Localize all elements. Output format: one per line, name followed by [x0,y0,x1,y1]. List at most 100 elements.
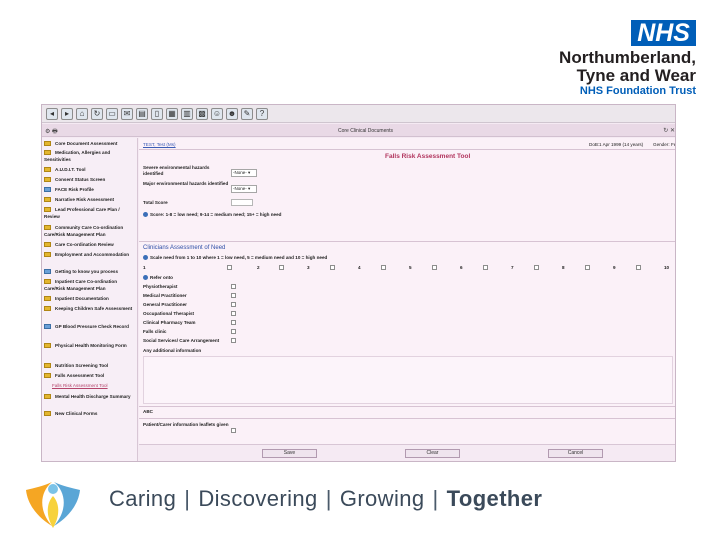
scale-checkbox-3[interactable] [330,265,335,270]
score-legend: Score: 1-8 = low need; 9-14 = medium nee… [143,212,281,218]
folder-icon [44,363,51,368]
patient-gender-label: Gender: [653,142,670,147]
scale-checkbox-7[interactable] [534,265,539,270]
pen-icon[interactable]: ✎ [241,107,253,120]
strapline: Caring | Discovering | Growing | Together [109,486,542,512]
sidebar-item-nutrition-screening[interactable]: Nutrition Screening Tool [44,363,136,370]
sidebar-item-employment[interactable]: Employment and Accommodation [44,252,136,259]
leaflets-given-checkbox[interactable] [231,428,236,433]
chart-icon[interactable]: ▥ [181,107,193,120]
titlebar-icons[interactable]: ⚙ 🖶 [45,127,58,137]
scale-number: 9 [613,265,616,270]
document-icon [44,269,51,274]
sidebar-item-new-clinical-forms[interactable]: New Clinical Forms [44,411,136,418]
sidebar-item-care-coordination-review[interactable]: Care Co-ordination Review [44,242,136,249]
folder-icon [44,411,51,416]
sidebar-item-lead-professional[interactable]: Lead Professional Care Plan / Review [44,207,136,220]
total-score-field[interactable] [231,199,253,206]
referral-gp-checkbox[interactable] [231,302,236,307]
window-controls[interactable]: ↻ ✕ [663,127,675,134]
referral-physiotherapist-checkbox[interactable] [231,284,236,289]
clear-button[interactable]: Clear [405,449,460,458]
sidebar-item-core-document-assessment[interactable]: Core Document Assessment [44,141,136,148]
referral-falls-clinic-checkbox[interactable] [231,329,236,334]
sidebar-item-face-risk-profile[interactable]: FACE Risk Profile [44,187,136,194]
forward-icon[interactable]: ▸ [61,107,73,120]
referral-ot-checkbox[interactable] [231,311,236,316]
referral-social-services-label: Social Services/ Care Arrangement [143,338,220,343]
referral-social-services-checkbox[interactable] [231,338,236,343]
grid-icon[interactable]: ▩ [196,107,208,120]
major-hazards-select[interactable]: -None- ▾ [231,185,257,193]
referral-pharmacy-checkbox[interactable] [231,320,236,325]
sidebar-item-mental-health-discharge[interactable]: Mental Health Discharge Summary [44,394,136,401]
spellcheck-abc-label[interactable]: ABC [143,409,153,415]
slide: NHS Northumberland, Tyne and Wear NHS Fo… [0,0,720,540]
cancel-button[interactable]: Cancel [548,449,603,458]
button-bar: Save Clear Cancel [139,444,675,461]
back-icon[interactable]: ◂ [46,107,58,120]
additional-info-textarea[interactable] [143,356,673,404]
info-icon [143,212,148,217]
sidebar-item-audit-tool[interactable]: A.U.D.I.T. Tool [44,167,136,174]
document-icon[interactable]: ▯ [151,107,163,120]
scale-checkbox-4[interactable] [381,265,386,270]
mail-icon[interactable]: ✉ [121,107,133,120]
folder-icon [44,373,51,378]
scale-number: 5 [409,265,412,270]
patient-name-link[interactable]: TEST, Test (Ms) [143,142,176,148]
person-icon[interactable]: ☺ [211,107,223,120]
calendar-icon[interactable]: ▦ [166,107,178,120]
print-icon[interactable]: ▤ [136,107,148,120]
strapline-word: Caring [109,486,177,511]
folder-icon [44,207,51,212]
home-icon[interactable]: ⌂ [76,107,88,120]
sidebar-item-inpatient-documentation[interactable]: Inpatient Documentation [44,296,136,303]
sidebar-item-keeping-children-safe[interactable]: Keeping Children Safe Assessment [44,306,136,313]
sidebar-item-community-care[interactable]: Community Care Co-ordination Care/Risk M… [44,225,136,238]
severe-hazards-select[interactable]: -None- ▾ [231,169,257,177]
sidebar-subitem-falls-risk-tool[interactable]: Falls Risk Assessment Tool [52,383,108,388]
header-divider [139,149,675,150]
window-title: Core Clinical Documents [338,128,394,134]
scale-checkbox-2[interactable] [279,265,284,270]
leaflet-divider [139,418,675,419]
org-name-line1: Northumberland, [559,48,696,67]
falls-risk-form: TEST, Test (Ms) DoB: 1 Apr 1999 (14 year… [139,138,675,444]
leaflets-given-label: Patient/Carer information leaflets given [143,422,229,427]
strapline-separator: | [184,486,191,511]
sidebar-item-narrative-risk[interactable]: Narrative Risk Assessment [44,197,136,204]
info-icon [143,255,148,260]
scale-checkbox-8[interactable] [585,265,590,270]
sidebar-item-getting-to-know-you[interactable]: Getting to know you process [44,269,136,276]
sidebar-item-inpatient-care[interactable]: Inpatient Care Co-ordination Care/Risk M… [44,279,136,292]
folder-icon[interactable]: ▭ [106,107,118,120]
scale-number: 10 [664,265,670,270]
folder-icon [44,306,51,311]
scale-checkbox-6[interactable] [483,265,488,270]
refresh-icon[interactable]: ↻ [91,107,103,120]
scale-checkbox-5[interactable] [432,265,437,270]
help-icon[interactable]: ? [256,107,268,120]
sidebar-item-falls-assessment[interactable]: Falls Assessment Tool [44,373,136,380]
clinicians-assessment-heading: Clinicians Assessment of Need [143,245,226,251]
patient-dob: 1 Apr 1999 (14 years) [599,142,644,147]
sidebar-item-physical-health[interactable]: Physical Health Monitoring Form [44,343,136,350]
scale-checkbox-1[interactable] [227,265,232,270]
referral-medical-practitioner-checkbox[interactable] [231,293,236,298]
folder-icon [44,279,51,284]
additional-info-label: Any additional information [143,348,202,353]
nhs-lozenge: NHS [631,20,696,46]
save-button[interactable]: Save [262,449,317,458]
toolbar: ◂ ▸ ⌂ ↻ ▭ ✉ ▤ ▯ ▦ ▥ ▩ ☺ ☻ ✎ ? [42,105,675,123]
user-icon[interactable]: ☻ [226,107,238,120]
scale-checkbox-9[interactable] [636,265,641,270]
sidebar-item-gp-blood-pressure[interactable]: GP Blood Pressure Check Record [44,324,136,331]
scale-number: 2 [257,265,260,270]
strapline-separator: | [325,486,332,511]
sidebar-item-medication[interactable]: Medication, Allergies and Sensitivities [44,150,136,163]
folder-icon [44,343,51,348]
sidebar-item-consent-status[interactable]: Consent Status Screen [44,177,136,184]
info-icon [143,275,148,280]
folder-icon [44,167,51,172]
